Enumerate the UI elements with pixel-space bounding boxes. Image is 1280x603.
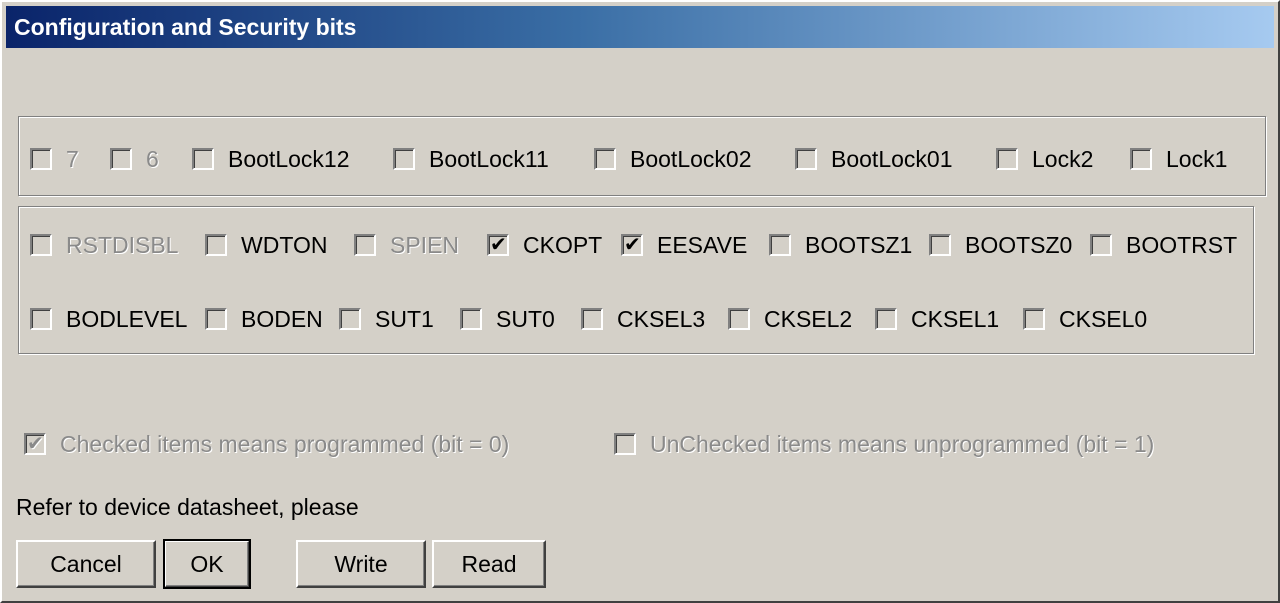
checkbox-box: [875, 308, 897, 330]
checkbox-box: [1023, 308, 1045, 330]
checkbox-sut0[interactable]: SUT0: [460, 304, 555, 334]
checkbox-bootlock11[interactable]: BootLock11: [393, 144, 549, 174]
legend-checked: Checked items means programmed (bit = 0): [24, 429, 509, 459]
checkbox-bootlock01[interactable]: BootLock01: [795, 144, 952, 174]
checkbox-bootlock02[interactable]: BootLock02: [594, 144, 751, 174]
checkbox-wdton[interactable]: WDTON: [205, 230, 327, 260]
checkbox-box: [769, 234, 791, 256]
checkbox-lock2[interactable]: Lock2: [996, 144, 1093, 174]
checkbox-label: CKOPT: [523, 231, 603, 258]
dialog-title: Configuration and Security bits: [6, 6, 1274, 48]
config-dialog: Configuration and Security bits 7 6 Boot…: [0, 0, 1280, 603]
checkbox-boden[interactable]: BODEN: [205, 304, 323, 334]
checkbox-label: SUT0: [496, 305, 555, 332]
checkbox-box: [354, 234, 376, 256]
checkbox-label: BOOTRST: [1126, 231, 1238, 258]
datasheet-note: Refer to device datasheet, please: [16, 494, 359, 520]
checkbox-box: [205, 308, 227, 330]
checkbox-label: BootLock01: [831, 145, 953, 172]
checkbox-label: WDTON: [241, 231, 328, 258]
checkbox-box: [24, 431, 46, 456]
write-button[interactable]: Write: [296, 540, 426, 588]
checkbox-label: RSTDISBL: [66, 231, 179, 258]
checkbox-box: [30, 308, 52, 330]
checkbox-bootsz0[interactable]: BOOTSZ0: [929, 230, 1072, 260]
checkbox-bodlevel[interactable]: BODLEVEL: [30, 304, 187, 334]
checkbox-cksel1[interactable]: CKSEL1: [875, 304, 999, 334]
checkbox-bootrst[interactable]: BOOTRST: [1090, 230, 1237, 260]
legend-unchecked-label: UnChecked items means unprogrammed (bit …: [650, 430, 1155, 457]
checkbox-box: [339, 308, 361, 330]
checkbox-label: BODEN: [241, 305, 323, 332]
checkbox-label: BOOTSZ1: [805, 231, 913, 258]
checkbox-label: CKSEL1: [911, 305, 1000, 332]
checkbox-box: [30, 234, 52, 256]
checkbox-cksel0[interactable]: CKSEL0: [1023, 304, 1147, 334]
checkbox-box: [487, 232, 509, 257]
checkbox-box: [594, 148, 616, 170]
checkbox-lock1[interactable]: Lock1: [1130, 144, 1227, 174]
ok-button[interactable]: OK: [163, 539, 251, 589]
checkbox-cksel2[interactable]: CKSEL2: [728, 304, 852, 334]
checkbox-label: BODLEVEL: [66, 305, 188, 332]
legend-unchecked: UnChecked items means unprogrammed (bit …: [614, 429, 1154, 459]
checkbox-box: [728, 308, 750, 330]
checkbox-box: [30, 148, 52, 170]
checkbox-box: [205, 234, 227, 256]
checkbox-sut1[interactable]: SUT1: [339, 304, 434, 334]
checkbox-rstdisbl[interactable]: RSTDISBL: [30, 230, 178, 260]
checkbox-cksel3[interactable]: CKSEL3: [581, 304, 705, 334]
checkbox-label: Lock1: [1166, 145, 1228, 172]
checkbox-box: [996, 148, 1018, 170]
checkbox-box: [393, 148, 415, 170]
checkbox-label: CKSEL2: [764, 305, 853, 332]
cancel-button[interactable]: Cancel: [16, 540, 156, 588]
read-button[interactable]: Read: [432, 540, 546, 588]
checkbox-box: [795, 148, 817, 170]
checkbox-label: EESAVE: [657, 231, 748, 258]
checkbox-box: [1130, 148, 1152, 170]
checkbox-bootsz1[interactable]: BOOTSZ1: [769, 230, 912, 260]
legend-checked-label: Checked items means programmed (bit = 0): [60, 430, 510, 457]
checkbox-label: SPIEN: [390, 231, 460, 258]
checkbox-bit7[interactable]: 7: [30, 144, 79, 174]
checkbox-box: [621, 232, 643, 257]
checkbox-box: [614, 433, 636, 455]
checkbox-box: [110, 148, 132, 170]
checkbox-label: 7: [66, 145, 79, 172]
checkbox-label: SUT1: [375, 305, 434, 332]
checkbox-label: CKSEL3: [617, 305, 706, 332]
checkbox-label: BootLock02: [630, 145, 752, 172]
checkbox-box: [929, 234, 951, 256]
checkbox-box: [581, 308, 603, 330]
checkbox-label: BootLock12: [228, 145, 350, 172]
checkbox-eesave[interactable]: EESAVE: [621, 230, 747, 260]
checkbox-box: [192, 148, 214, 170]
checkbox-ckopt[interactable]: CKOPT: [487, 230, 602, 260]
checkbox-label: CKSEL0: [1059, 305, 1148, 332]
checkbox-box: [460, 308, 482, 330]
checkbox-spien[interactable]: SPIEN: [354, 230, 459, 260]
checkbox-label: Lock2: [1032, 145, 1094, 172]
checkbox-label: BOOTSZ0: [965, 231, 1073, 258]
checkbox-bit6[interactable]: 6: [110, 144, 159, 174]
checkbox-label: BootLock11: [429, 145, 549, 172]
checkbox-label: 6: [146, 145, 159, 172]
checkbox-bootlock12[interactable]: BootLock12: [192, 144, 349, 174]
checkbox-box: [1090, 234, 1112, 256]
